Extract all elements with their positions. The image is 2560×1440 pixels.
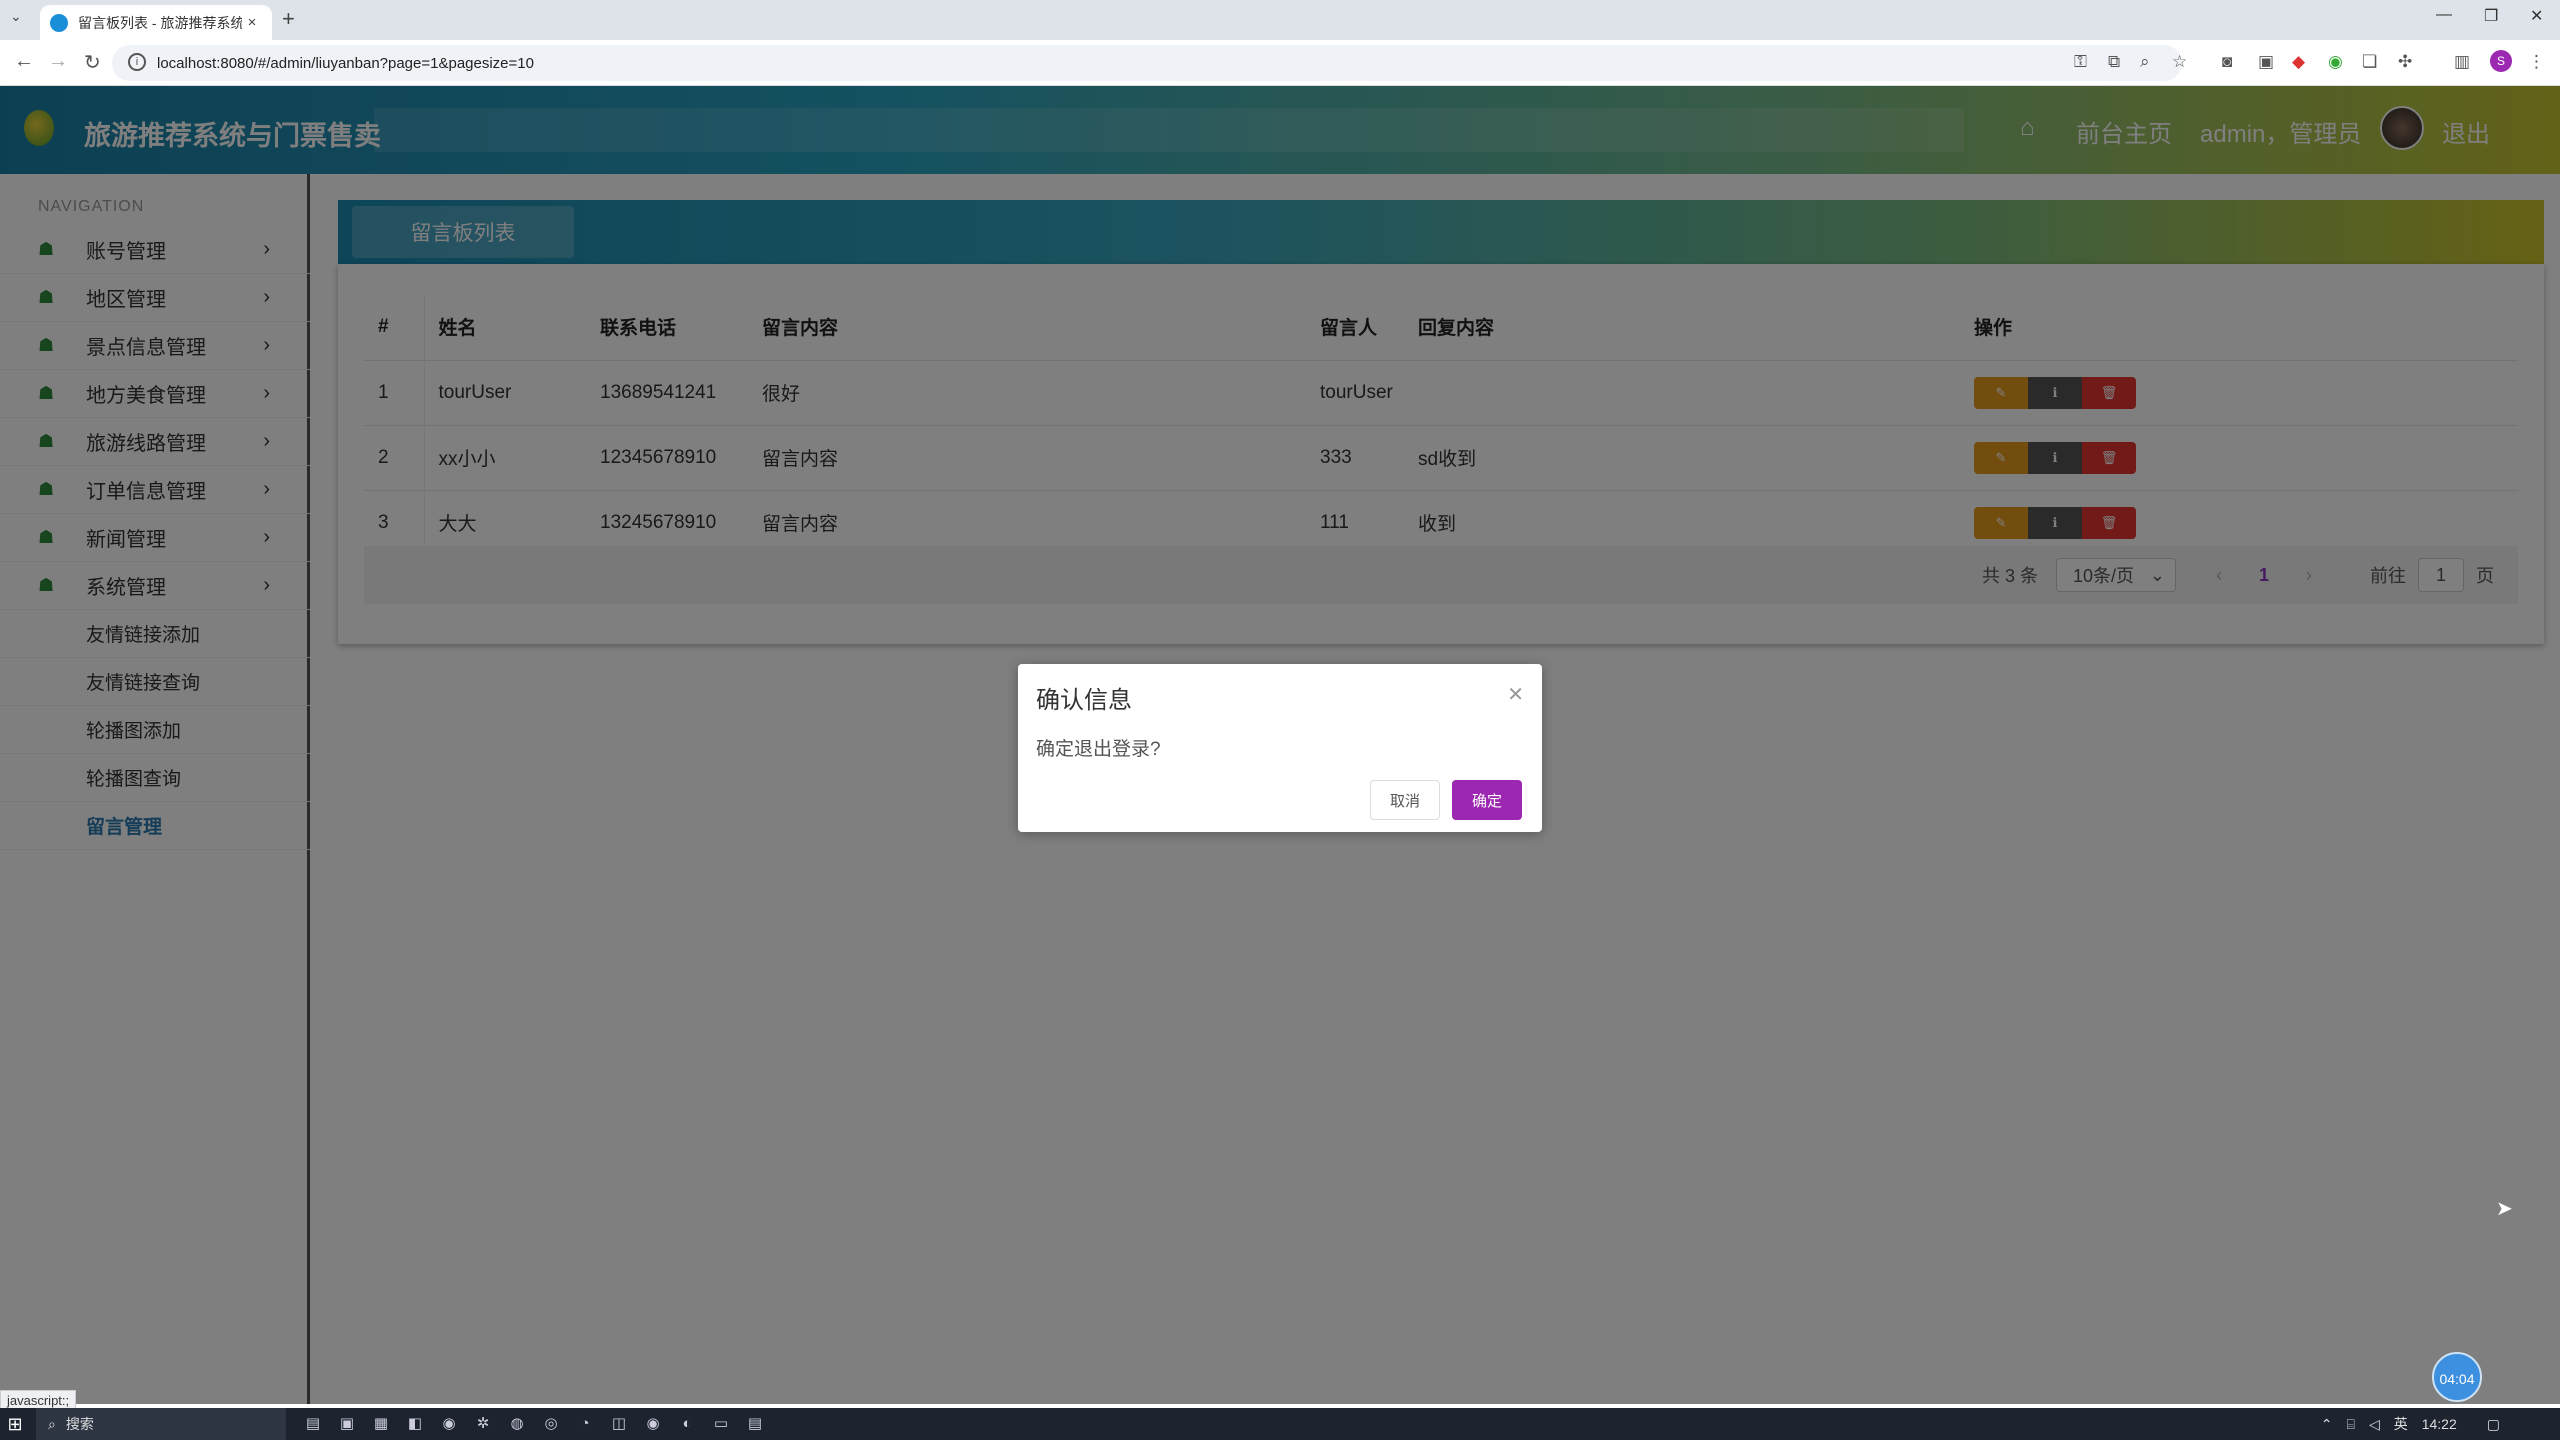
volume-icon[interactable]: ◁ — [2369, 1416, 2380, 1433]
wechat-icon[interactable]: ◎ — [534, 1408, 568, 1440]
green-extension-icon[interactable]: ◉ — [2328, 52, 2343, 72]
site-info-icon[interactable]: i — [128, 53, 146, 71]
url-input[interactable]: i localhost:8080/#/admin/liuyanban?page=… — [112, 45, 2182, 81]
forward-icon[interactable]: → — [48, 50, 68, 73]
dialog-message: 确定退出登录? — [1036, 739, 1161, 760]
favicon-icon — [50, 13, 68, 32]
file-explorer-icon[interactable]: ▤ — [296, 1408, 330, 1440]
close-icon[interactable]: ✕ — [1507, 682, 1524, 707]
side-panel-icon[interactable]: ▥ — [2454, 52, 2470, 72]
chrome-icon[interactable]: ◉ — [636, 1408, 670, 1440]
copy-extension-icon[interactable]: ❏ — [2362, 52, 2377, 72]
taskbar: ⊞ ⌕ 搜索 ▤ ▣ ▦ ◧ ◉ ✲ ◍ ◎ ◔ ◫ ◉ ◐ ▭ ▤ ⌃ ⌸ ◁… — [0, 1408, 2560, 1440]
restore-icon[interactable]: ❐ — [2484, 6, 2498, 26]
extensions-puzzle-icon[interactable]: ✣ — [2398, 52, 2412, 72]
browser-tab[interactable]: 留言板列表 - 旅游推荐系统与门 × — [40, 5, 272, 40]
search-icon: ⌕ — [48, 1415, 56, 1432]
firefox-icon[interactable]: ◍ — [500, 1408, 534, 1440]
tab-title: 留言板列表 - 旅游推荐系统与门 — [78, 14, 242, 31]
taskbar-search[interactable]: ⌕ 搜索 — [36, 1408, 286, 1440]
notification-icon[interactable]: ▢ — [2487, 1416, 2500, 1433]
browser-menu-icon[interactable]: ⋮ — [2528, 52, 2545, 72]
chrome-icon[interactable]: ◉ — [432, 1408, 466, 1440]
app-icon[interactable]: ▦ — [364, 1408, 398, 1440]
reload-icon[interactable]: ↻ — [84, 50, 101, 75]
taskbar-search-label: 搜索 — [65, 1416, 94, 1432]
confirm-button[interactable]: 确定 — [1452, 780, 1522, 820]
tab-close-icon[interactable]: × — [242, 14, 262, 31]
address-bar-row: ← → ↻ i localhost:8080/#/admin/liuyanban… — [0, 40, 2560, 86]
tab-search-icon[interactable]: ⌄ — [10, 8, 22, 25]
back-icon[interactable]: ← — [14, 50, 34, 73]
confirm-dialog: 确认信息 ✕ 确定退出登录? 取消 确定 — [1018, 664, 1542, 832]
shield-extension-icon[interactable]: ◆ — [2292, 52, 2305, 72]
terminal-icon[interactable]: ▭ — [704, 1408, 738, 1440]
input-method[interactable]: 英 — [2394, 1414, 2408, 1434]
screenshot-icon[interactable]: ◙ — [2222, 52, 2232, 72]
network-icon[interactable]: ⌸ — [2347, 1416, 2355, 1433]
dialog-title: 确认信息 — [1036, 687, 1132, 714]
ide-icon[interactable]: ◫ — [602, 1408, 636, 1440]
tray-chevron-icon[interactable]: ⌃ — [2321, 1416, 2333, 1433]
notepad-icon[interactable]: ▤ — [738, 1408, 772, 1440]
timer-badge[interactable]: 04:04 — [2432, 1352, 2482, 1402]
translate-icon[interactable]: ⧉ — [2108, 52, 2120, 72]
cancel-button[interactable]: 取消 — [1370, 780, 1440, 820]
password-key-icon[interactable]: ⚿ — [2074, 52, 2087, 72]
image-extension-icon[interactable]: ▣ — [2258, 52, 2274, 72]
bookmark-star-icon[interactable]: ☆ — [2172, 52, 2187, 72]
url-text: localhost:8080/#/admin/liuyanban?page=1&… — [157, 54, 534, 72]
system-tray: ⌃ ⌸ ◁ 英 14:22 ▢ — [2307, 1408, 2500, 1440]
settings-icon[interactable]: ✲ — [466, 1408, 500, 1440]
close-window-icon[interactable]: ✕ — [2530, 6, 2543, 26]
app-icon[interactable]: ▣ — [330, 1408, 364, 1440]
minimize-icon[interactable]: — — [2436, 6, 2452, 24]
mouse-cursor-icon: ➤ — [2496, 1198, 2513, 1220]
clock[interactable]: 14:22 — [2422, 1416, 2457, 1432]
app-icon[interactable]: ◐ — [670, 1408, 704, 1440]
new-tab-button[interactable]: + — [282, 6, 295, 32]
profile-avatar[interactable]: S — [2490, 50, 2512, 72]
app-icon[interactable]: ◧ — [398, 1408, 432, 1440]
windows-start-icon[interactable]: ⊞ — [0, 1408, 30, 1440]
app-icon[interactable]: ◔ — [568, 1408, 602, 1440]
browser-tab-strip: ⌄ 留言板列表 - 旅游推荐系统与门 × + — ❐ ✕ — [0, 0, 2560, 40]
zoom-icon[interactable]: ⌕ — [2140, 52, 2150, 72]
